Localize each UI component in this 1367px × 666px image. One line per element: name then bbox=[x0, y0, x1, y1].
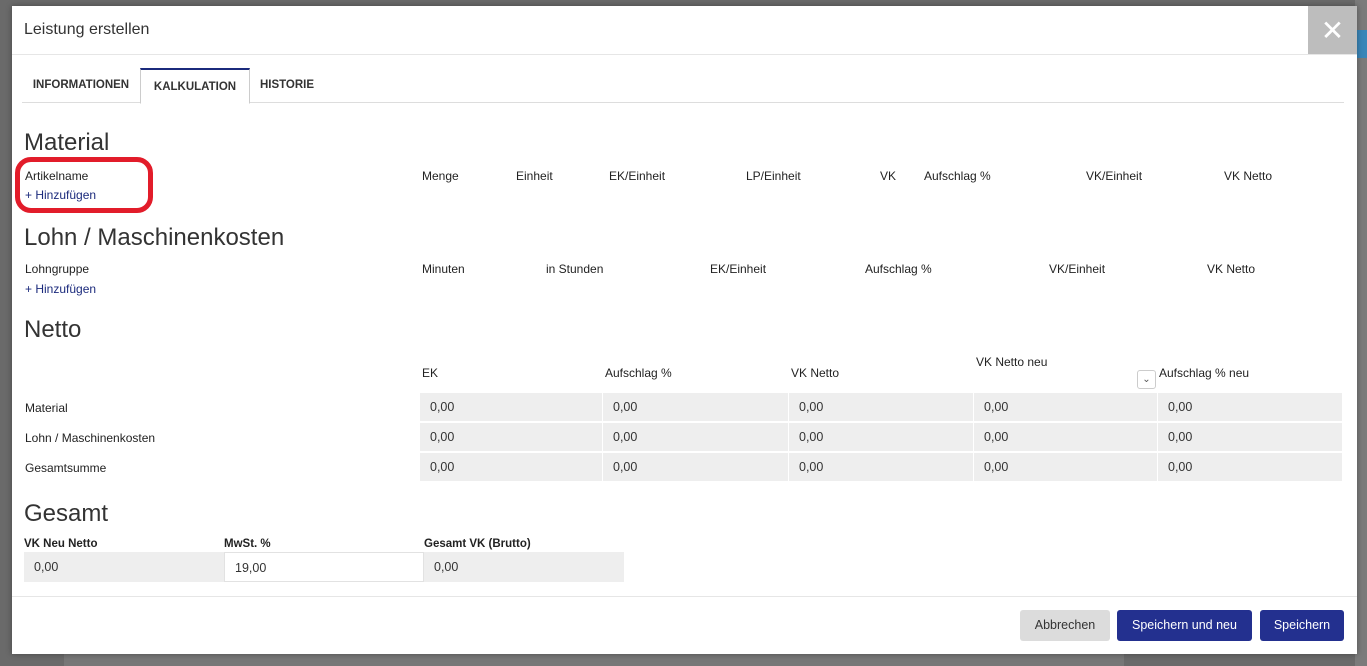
netto-col-aufschlag-neu: Aufschlag % neu bbox=[1159, 366, 1250, 380]
background-bottom-panel bbox=[64, 652, 1124, 666]
netto-cell: 0,00 bbox=[1158, 453, 1343, 482]
tab-bar: INFORMATIONEN KALKULATION HISTORIE bbox=[22, 68, 1344, 104]
netto-cell: 0,00 bbox=[1158, 393, 1343, 422]
vk-neu-netto-field: 0,00 bbox=[24, 552, 224, 582]
gesamt-label-mwst: MwSt. % bbox=[224, 538, 271, 550]
netto-cell: 0,00 bbox=[974, 393, 1158, 422]
netto-row-label-lohn: Lohn / Maschinenkosten bbox=[25, 431, 156, 445]
netto-col-vk-netto: VK Netto bbox=[791, 366, 840, 380]
netto-row-label-gesamtsumme: Gesamtsumme bbox=[25, 461, 107, 475]
netto-section-title: Netto bbox=[24, 316, 82, 343]
gesamt-label-vk-neu-netto: VK Neu Netto bbox=[24, 538, 98, 550]
material-col-vk: VK bbox=[880, 169, 897, 183]
lohn-col-ek-einheit: EK/Einheit bbox=[710, 262, 767, 276]
dialog-header: Leistung erstellen ✕ bbox=[12, 6, 1357, 55]
lohn-section-title: Lohn / Maschinenkosten bbox=[24, 224, 285, 251]
gesamt-label-gesamt-vk: Gesamt VK (Brutto) bbox=[424, 538, 531, 550]
gesamt-section-title: Gesamt bbox=[24, 500, 109, 527]
netto-cell: 0,00 bbox=[420, 393, 603, 422]
netto-cell: 0,00 bbox=[603, 393, 789, 422]
lohn-col-aufschlag: Aufschlag % bbox=[865, 262, 932, 276]
netto-cell: 0,00 bbox=[603, 423, 789, 452]
netto-cell: 0,00 bbox=[420, 453, 603, 482]
lohn-col-minuten: Minuten bbox=[422, 262, 465, 276]
save-button[interactable]: Speichern bbox=[1260, 610, 1344, 641]
tab-kalkulation[interactable]: KALKULATION bbox=[140, 68, 250, 104]
lohn-col-vk-netto: VK Netto bbox=[1207, 262, 1256, 276]
gesamt-vk-brutto-field: 0,00 bbox=[424, 552, 624, 582]
lohn-add-link[interactable]: + Hinzufügen bbox=[25, 282, 96, 296]
close-icon[interactable]: ✕ bbox=[1308, 6, 1357, 54]
netto-col-vk-netto-neu: VK Netto neu bbox=[976, 355, 1048, 369]
tab-informationen[interactable]: INFORMATIONEN bbox=[24, 68, 138, 102]
netto-cell: 0,00 bbox=[789, 453, 974, 482]
highlight-ring bbox=[15, 157, 153, 213]
material-col-menge: Menge bbox=[422, 169, 459, 183]
netto-col-ek: EK bbox=[422, 366, 439, 380]
dialog-title: Leistung erstellen bbox=[24, 21, 150, 38]
chevron-down-icon[interactable]: ⌄ bbox=[1137, 370, 1156, 389]
material-col-lp-einheit: LP/Einheit bbox=[746, 169, 801, 183]
dialog-footer-divider bbox=[12, 596, 1357, 597]
netto-cell: 0,00 bbox=[789, 393, 974, 422]
material-section-title: Material bbox=[24, 129, 110, 156]
netto-row-label-material: Material bbox=[25, 401, 68, 415]
lohn-col-vk-einheit: VK/Einheit bbox=[1049, 262, 1106, 276]
lohn-col-lohngruppe: Lohngruppe bbox=[25, 262, 90, 276]
mwst-input[interactable]: 19,00 bbox=[224, 552, 424, 582]
material-col-vk-netto: VK Netto bbox=[1224, 169, 1273, 183]
cancel-button[interactable]: Abbrechen bbox=[1020, 610, 1110, 641]
save-and-new-button[interactable]: Speichern und neu bbox=[1117, 610, 1252, 641]
netto-cell: 0,00 bbox=[974, 453, 1158, 482]
material-col-aufschlag: Aufschlag % bbox=[924, 169, 991, 183]
netto-cell: 0,00 bbox=[789, 423, 974, 452]
material-col-einheit: Einheit bbox=[516, 169, 553, 183]
tab-historie[interactable]: HISTORIE bbox=[252, 68, 322, 102]
netto-cell: 0,00 bbox=[1158, 423, 1343, 452]
lohn-col-in-stunden: in Stunden bbox=[546, 262, 604, 276]
netto-cell: 0,00 bbox=[603, 453, 789, 482]
netto-cell: 0,00 bbox=[974, 423, 1158, 452]
create-service-dialog: Leistung erstellen ✕ INFORMATIONEN KALKU… bbox=[12, 6, 1357, 654]
background-blue-tag bbox=[1357, 30, 1367, 58]
netto-col-aufschlag: Aufschlag % bbox=[605, 366, 672, 380]
material-col-vk-einheit: VK/Einheit bbox=[1086, 169, 1143, 183]
netto-cell: 0,00 bbox=[420, 423, 603, 452]
material-col-ek-einheit: EK/Einheit bbox=[609, 169, 666, 183]
